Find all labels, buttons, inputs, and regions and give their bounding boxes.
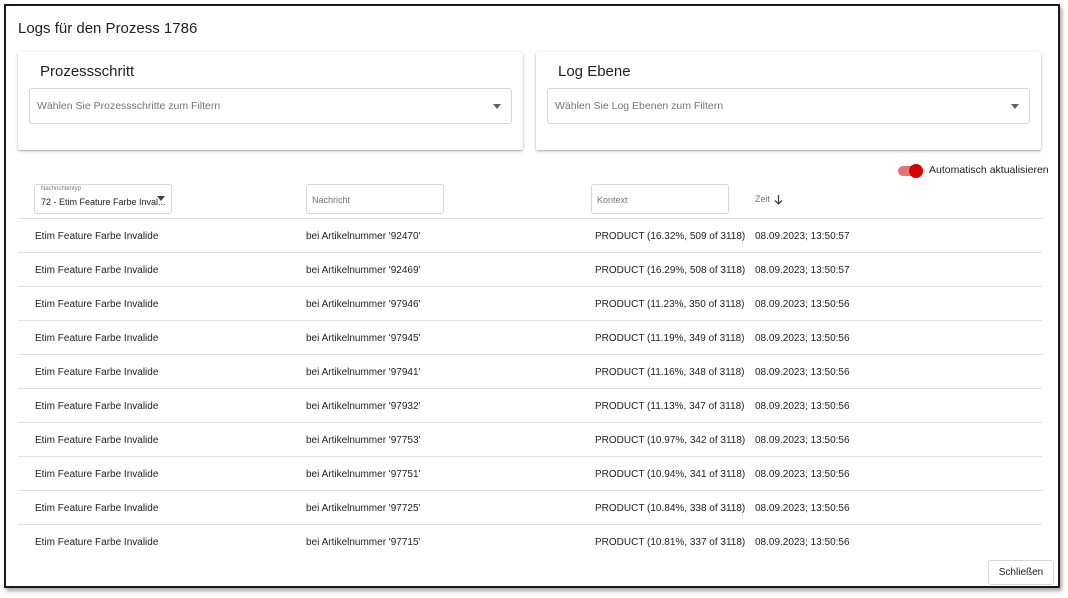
row-type-cell: Etim Feature Farbe Invalide xyxy=(35,231,159,242)
table-row[interactable]: Etim Feature Farbe Invalide bei Artikelnu… xyxy=(18,286,1042,320)
prozessschritt-placeholder: Wählen Sie Prozessschritte zum Filtern xyxy=(37,100,221,112)
row-context-cell: PRODUCT (10.84%, 338 of 3118) xyxy=(595,503,746,514)
table-row[interactable]: Etim Feature Farbe Invalide bei Artikelnu… xyxy=(18,490,1042,524)
row-message-cell: bei Artikelnummer '97725' xyxy=(306,503,421,514)
row-message-cell: bei Artikelnummer '92469' xyxy=(306,265,421,276)
message-type-value: 72 - Etim Feature Farbe Inval... xyxy=(41,197,166,207)
row-context-cell: PRODUCT (11.19%, 349 of 3118) xyxy=(595,333,745,344)
prozessschritt-card: Prozessschritt Wählen Sie Prozessschritt… xyxy=(18,52,523,150)
dropdown-arrow-icon xyxy=(157,196,165,201)
row-message-cell: bei Artikelnummer '97753' xyxy=(306,435,421,446)
row-time-cell: 08.09.2023; 13:50:56 xyxy=(755,537,850,548)
row-time-cell: 08.09.2023; 13:50:56 xyxy=(755,435,850,446)
table-row[interactable]: Etim Feature Farbe Invalide bei Artikelnu… xyxy=(18,456,1042,490)
arrow-down-icon[interactable] xyxy=(774,194,783,205)
row-context-cell: PRODUCT (16.32%, 509 of 3118) xyxy=(595,231,746,242)
message-filter-placeholder: Nachricht xyxy=(312,195,351,205)
dropdown-arrow-icon xyxy=(493,104,501,109)
row-message-cell: bei Artikelnummer '97715' xyxy=(306,537,421,548)
table-row[interactable]: Etim Feature Farbe Invalide bei Artikelnu… xyxy=(18,388,1042,422)
log-table: Etim Feature Farbe Invalide bei Artikelnu… xyxy=(18,218,1042,558)
logs-dialog: Logs für den Prozess 1786 Prozessschritt… xyxy=(4,4,1060,588)
row-context-cell: PRODUCT (16.29%, 508 of 3118) xyxy=(595,265,746,276)
row-context-cell: PRODUCT (11.16%, 348 of 3118) xyxy=(595,367,745,378)
row-time-cell: 08.09.2023; 13:50:56 xyxy=(755,299,850,310)
row-time-cell: 08.09.2023; 13:50:56 xyxy=(755,333,850,344)
log-ebene-card: Log Ebene Wählen Sie Log Ebenen zum Filt… xyxy=(536,52,1041,150)
row-message-cell: bei Artikelnummer '97932' xyxy=(306,401,421,412)
row-context-cell: PRODUCT (10.81%, 337 of 3118) xyxy=(595,537,746,548)
log-ebene-select[interactable]: Wählen Sie Log Ebenen zum Filtern xyxy=(547,88,1030,124)
close-button[interactable]: Schließen xyxy=(988,560,1054,585)
table-row[interactable]: Etim Feature Farbe Invalide bei Artikelnu… xyxy=(18,354,1042,388)
row-type-cell: Etim Feature Farbe Invalide xyxy=(35,469,159,480)
row-time-cell: 08.09.2023; 13:50:57 xyxy=(755,265,850,276)
context-filter-placeholder: Kontext xyxy=(597,195,628,205)
row-type-cell: Etim Feature Farbe Invalide xyxy=(35,265,159,276)
row-type-cell: Etim Feature Farbe Invalide xyxy=(35,435,159,446)
row-time-cell: 08.09.2023; 13:50:56 xyxy=(755,401,850,412)
row-type-cell: Etim Feature Farbe Invalide xyxy=(35,401,159,412)
table-row[interactable]: Etim Feature Farbe Invalide bei Artikelnu… xyxy=(18,252,1042,286)
row-context-cell: PRODUCT (11.13%, 347 of 3118) xyxy=(595,401,745,412)
row-context-cell: PRODUCT (10.94%, 341 of 3118) xyxy=(595,469,746,480)
prozessschritt-title: Prozessschritt xyxy=(40,63,135,80)
log-ebene-placeholder: Wählen Sie Log Ebenen zum Filtern xyxy=(555,100,724,112)
message-type-label: Nachrichtentyp xyxy=(41,186,82,192)
log-ebene-title: Log Ebene xyxy=(558,63,631,80)
row-time-cell: 08.09.2023; 13:50:56 xyxy=(755,503,850,514)
row-type-cell: Etim Feature Farbe Invalide xyxy=(35,537,159,548)
row-message-cell: bei Artikelnummer '97946' xyxy=(306,299,421,310)
row-message-cell: bei Artikelnummer '97751' xyxy=(306,469,421,480)
row-type-cell: Etim Feature Farbe Invalide xyxy=(35,299,159,310)
time-column-header[interactable]: Zeit xyxy=(755,194,770,204)
row-type-cell: Etim Feature Farbe Invalide xyxy=(35,367,159,378)
dropdown-arrow-icon xyxy=(1011,104,1019,109)
row-message-cell: bei Artikelnummer '97941' xyxy=(306,367,421,378)
table-row[interactable]: Etim Feature Farbe Invalide bei Artikelnu… xyxy=(18,218,1042,252)
row-message-cell: bei Artikelnummer '97945' xyxy=(306,333,421,344)
row-time-cell: 08.09.2023; 13:50:57 xyxy=(755,231,850,242)
table-row[interactable]: Etim Feature Farbe Invalide bei Artikelnu… xyxy=(18,524,1042,558)
prozessschritt-select[interactable]: Wählen Sie Prozessschritte zum Filtern xyxy=(29,88,512,124)
dialog-title: Logs für den Prozess 1786 xyxy=(18,20,198,37)
row-context-cell: PRODUCT (10.97%, 342 of 3118) xyxy=(595,435,746,446)
table-row[interactable]: Etim Feature Farbe Invalide bei Artikelnu… xyxy=(18,320,1042,354)
row-time-cell: 08.09.2023; 13:50:56 xyxy=(755,469,850,480)
row-context-cell: PRODUCT (11.23%, 350 of 3118) xyxy=(595,299,745,310)
row-message-cell: bei Artikelnummer '92470' xyxy=(306,231,421,242)
row-time-cell: 08.09.2023; 13:50:56 xyxy=(755,367,850,378)
context-filter-input[interactable]: Kontext xyxy=(591,184,729,214)
row-type-cell: Etim Feature Farbe Invalide xyxy=(35,503,159,514)
table-row[interactable]: Etim Feature Farbe Invalide bei Artikelnu… xyxy=(18,422,1042,456)
auto-refresh-label: Automatisch aktualisieren xyxy=(929,164,1049,176)
toggle-thumb xyxy=(909,164,923,178)
message-type-select[interactable]: Nachrichtentyp 72 - Etim Feature Farbe I… xyxy=(34,184,172,214)
row-type-cell: Etim Feature Farbe Invalide xyxy=(35,333,159,344)
message-filter-input[interactable]: Nachricht xyxy=(306,184,444,214)
